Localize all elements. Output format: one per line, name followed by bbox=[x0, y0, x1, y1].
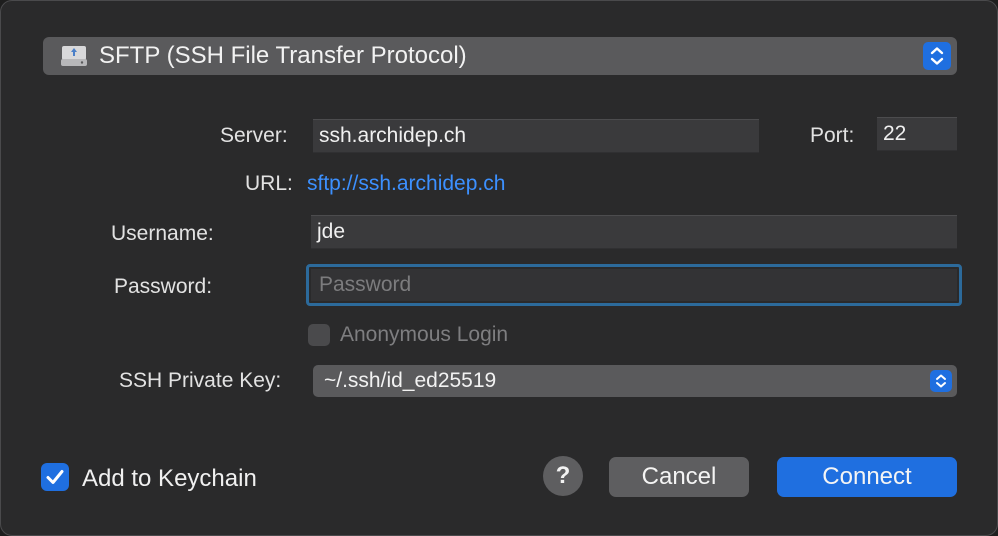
password-focus-ring bbox=[306, 264, 962, 306]
external-drive-icon bbox=[61, 46, 87, 66]
username-field[interactable]: jde bbox=[311, 215, 957, 249]
url-link[interactable]: sftp://ssh.archidep.ch bbox=[307, 171, 505, 197]
port-label: Port: bbox=[810, 124, 855, 147]
url-label: URL: bbox=[245, 172, 293, 195]
cancel-button[interactable]: Cancel bbox=[609, 457, 749, 497]
help-button[interactable]: ? bbox=[543, 456, 583, 496]
up-down-chevron-icon[interactable] bbox=[930, 370, 952, 392]
password-field[interactable] bbox=[311, 269, 957, 301]
up-down-chevron-icon[interactable] bbox=[923, 42, 951, 70]
password-label: Password: bbox=[114, 275, 213, 298]
server-label: Server: bbox=[220, 124, 288, 147]
add-to-keychain-checkbox[interactable] bbox=[41, 463, 69, 491]
ssh-private-key-popup[interactable]: ~/.ssh/id_ed25519 bbox=[313, 365, 957, 397]
connect-button[interactable]: Connect bbox=[777, 457, 957, 497]
ssh-private-key-label: SSH Private Key: bbox=[119, 369, 282, 392]
username-label: Username: bbox=[111, 222, 214, 245]
ssh-private-key-value: ~/.ssh/id_ed25519 bbox=[324, 369, 497, 392]
checkmark-icon bbox=[46, 470, 64, 484]
server-field[interactable]: ssh.archidep.ch bbox=[313, 119, 759, 153]
connection-dialog: SFTP (SSH File Transfer Protocol) Server… bbox=[0, 0, 998, 536]
protocol-popup[interactable]: SFTP (SSH File Transfer Protocol) bbox=[43, 37, 957, 75]
anonymous-login-label: Anonymous Login bbox=[340, 323, 509, 346]
protocol-label: SFTP (SSH File Transfer Protocol) bbox=[99, 42, 467, 69]
add-to-keychain-label: Add to Keychain bbox=[82, 465, 257, 492]
port-field[interactable]: 22 bbox=[877, 117, 957, 151]
anonymous-login-checkbox[interactable] bbox=[308, 324, 330, 346]
